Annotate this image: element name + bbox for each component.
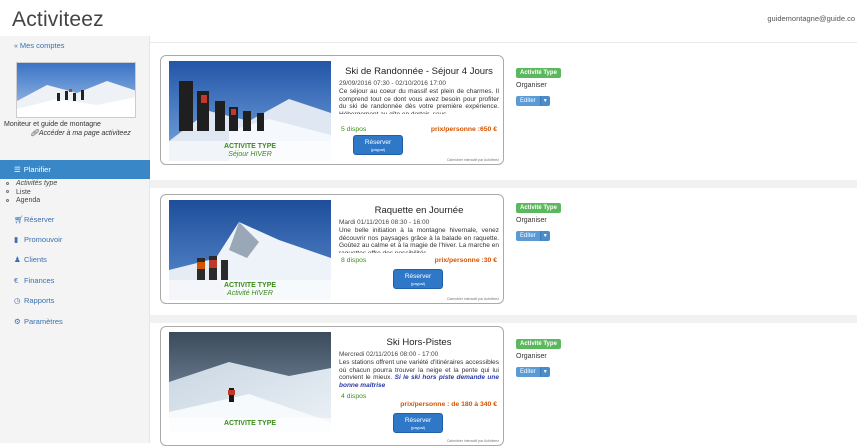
activity-title[interactable]: Ski Hors-Pistes (337, 337, 501, 348)
chevron-down-icon[interactable]: ▼ (539, 96, 550, 106)
reserve-button[interactable]: Réserver (paypal) (393, 269, 443, 289)
link-icon: 🔗︎ (30, 130, 39, 137)
sidebar-item-reserver[interactable]: 🛒︎Réserver (14, 215, 54, 224)
caption-name: Activité HIVER (227, 290, 273, 297)
calendar-credit[interactable]: Calendrier interactif par Activiteez (447, 158, 499, 162)
calendar-credit[interactable]: Calendrier interactif par Activiteez (447, 297, 499, 301)
activity-actions: Activité Type Organiser Editer ▼ (516, 196, 561, 242)
sidebar-item-promouvoir[interactable]: ▮ Promouvoir (14, 235, 62, 244)
edit-button[interactable]: Editer ▼ (516, 96, 550, 106)
activity-card: ACTIVITE TYPE Activité HIVER Raquette en… (160, 194, 504, 304)
organiser-label: Organiser (516, 353, 547, 360)
caption-type: ACTIVITE TYPE (223, 143, 277, 150)
activity-price: prix/personne : de 180 à 340 € (400, 401, 497, 408)
activity-date: 29/09/2016 07:30 - 02/10/2016 17:00 (339, 80, 446, 87)
image-caption: ACTIVITE TYPE Activité HIVER (169, 280, 331, 300)
activity-price: prix/personne :650 € (430, 126, 497, 133)
profile-role: Moniteur et guide de montagne (4, 121, 101, 128)
row-divider (150, 315, 857, 323)
activity-description: Ce séjour au coeur du massif est plein d… (339, 88, 499, 114)
availability-count: 4 dispos (341, 393, 367, 400)
calendar-credit[interactable]: Calendrier interactif par Activiteez (447, 439, 499, 443)
activity-image: ACTIVITE TYPE (169, 332, 331, 432)
sidebar-item-label: Rapports (24, 296, 55, 305)
double-chevron-left-icon: « (14, 43, 18, 50)
caption-name: Séjour HIVER (228, 151, 272, 158)
row-divider (150, 180, 857, 188)
user-email[interactable]: guidemontagne@guide.co (767, 14, 855, 23)
activity-type-badge: Activité Type (516, 68, 561, 78)
activity-type-badge: Activité Type (516, 203, 561, 213)
activity-title[interactable]: Raquette en Journée (337, 205, 501, 216)
planifier-subnav: Activités type Liste Agenda (6, 180, 57, 206)
sidebar-item-label: Paramètres (24, 317, 63, 326)
activity-actions: Activité Type Organiser Editer ▼ (516, 332, 561, 378)
activity-description: Les stations offrent une variété d'itiné… (339, 359, 499, 389)
sidebar-item-label: Réserver (24, 215, 55, 224)
divider (150, 42, 857, 43)
profile-page-link[interactable]: 🔗︎Accéder à ma page activiteez (30, 129, 131, 137)
sidebar-item-label: Finances (24, 276, 55, 285)
image-caption: ACTIVITE TYPE Séjour HIVER (169, 141, 331, 161)
back-to-accounts-link[interactable]: «Mes comptes (14, 41, 65, 50)
sidebar-item-planifier[interactable]: ☰ Planifier (0, 160, 150, 179)
activity-image: ACTIVITE TYPE Séjour HIVER (169, 61, 331, 161)
sidebar-item-clients[interactable]: ♟ Clients (14, 255, 47, 264)
bullet-icon (6, 181, 9, 185)
caption-type: ACTIVITE TYPE (223, 282, 277, 289)
profile-link-label: Accéder à ma page activiteez (38, 130, 131, 137)
image-caption: ACTIVITE TYPE (169, 418, 331, 432)
bullet-icon (6, 198, 9, 202)
caption-type: ACTIVITE TYPE (223, 420, 277, 427)
availability-count: 8 dispos (341, 257, 367, 264)
sidebar-item-parametres[interactable]: ⚙ Paramètres (14, 317, 63, 326)
edit-button[interactable]: Editer ▼ (516, 231, 550, 241)
reserve-button[interactable]: Réserver (paypal) (393, 413, 443, 433)
availability-count: 5 dispos (341, 126, 367, 133)
sidebar-item-rapports[interactable]: ◷ Rapports (14, 296, 54, 305)
activity-type-badge: Activité Type (516, 339, 561, 349)
profile-image (16, 62, 136, 118)
sidebar-item-label: Clients (24, 255, 47, 264)
activity-card: ACTIVITE TYPE Séjour HIVER Ski de Randon… (160, 55, 504, 165)
user-icon: ♟ (14, 255, 21, 264)
gear-icon: ⚙ (14, 317, 21, 326)
bullet-icon (6, 190, 9, 194)
activity-image: ACTIVITE TYPE Activité HIVER (169, 200, 331, 300)
cart-icon: 🛒︎ (14, 215, 24, 224)
organiser-label: Organiser (516, 217, 547, 224)
activity-actions: Activité Type Organiser Editer ▼ (516, 61, 561, 107)
main-content: ACTIVITE TYPE Séjour HIVER Ski de Randon… (150, 36, 857, 446)
clock-icon: ◷ (14, 296, 21, 305)
edit-button[interactable]: Editer ▼ (516, 367, 550, 377)
list-icon: ☰ (14, 165, 21, 174)
app-title[interactable]: Activiteez (12, 8, 104, 32)
organiser-label: Organiser (516, 82, 547, 89)
chevron-down-icon[interactable]: ▼ (539, 231, 550, 241)
sidebar-item-finances[interactable]: € Finances (14, 276, 54, 285)
back-link-label: Mes comptes (19, 41, 65, 50)
sidebar-item-label: Promouvoir (24, 235, 63, 244)
activity-price: prix/personne :30 € (434, 257, 497, 264)
activity-date: Mercredi 02/11/2016 08:00 - 17:00 (339, 351, 439, 358)
activity-title[interactable]: Ski de Randonnée - Séjour 4 Jours (337, 66, 501, 77)
sidebar: «Mes comptes Moniteur et guide de montag… (0, 36, 150, 443)
chevron-down-icon[interactable]: ▼ (539, 367, 550, 377)
sidebar-item-label: Planifier (23, 165, 51, 174)
activity-description: Une belle initiation à la montagne hiver… (339, 227, 499, 253)
subnav-item-activites-type[interactable]: Activités type (6, 180, 57, 189)
activity-date: Mardi 01/11/2016 08:30 - 16:00 (339, 219, 430, 226)
euro-icon: € (14, 276, 19, 285)
activity-card: ACTIVITE TYPE Ski Hors-Pistes Mercredi 0… (160, 326, 504, 446)
subnav-item-agenda[interactable]: Agenda (6, 197, 57, 206)
subnav-item-liste[interactable]: Liste (6, 189, 57, 198)
bullhorn-icon: ▮ (14, 235, 19, 244)
reserve-button[interactable]: Réserver (paypal) (353, 135, 403, 155)
app-header: Activiteez guidemontagne@guide.co (0, 0, 857, 36)
